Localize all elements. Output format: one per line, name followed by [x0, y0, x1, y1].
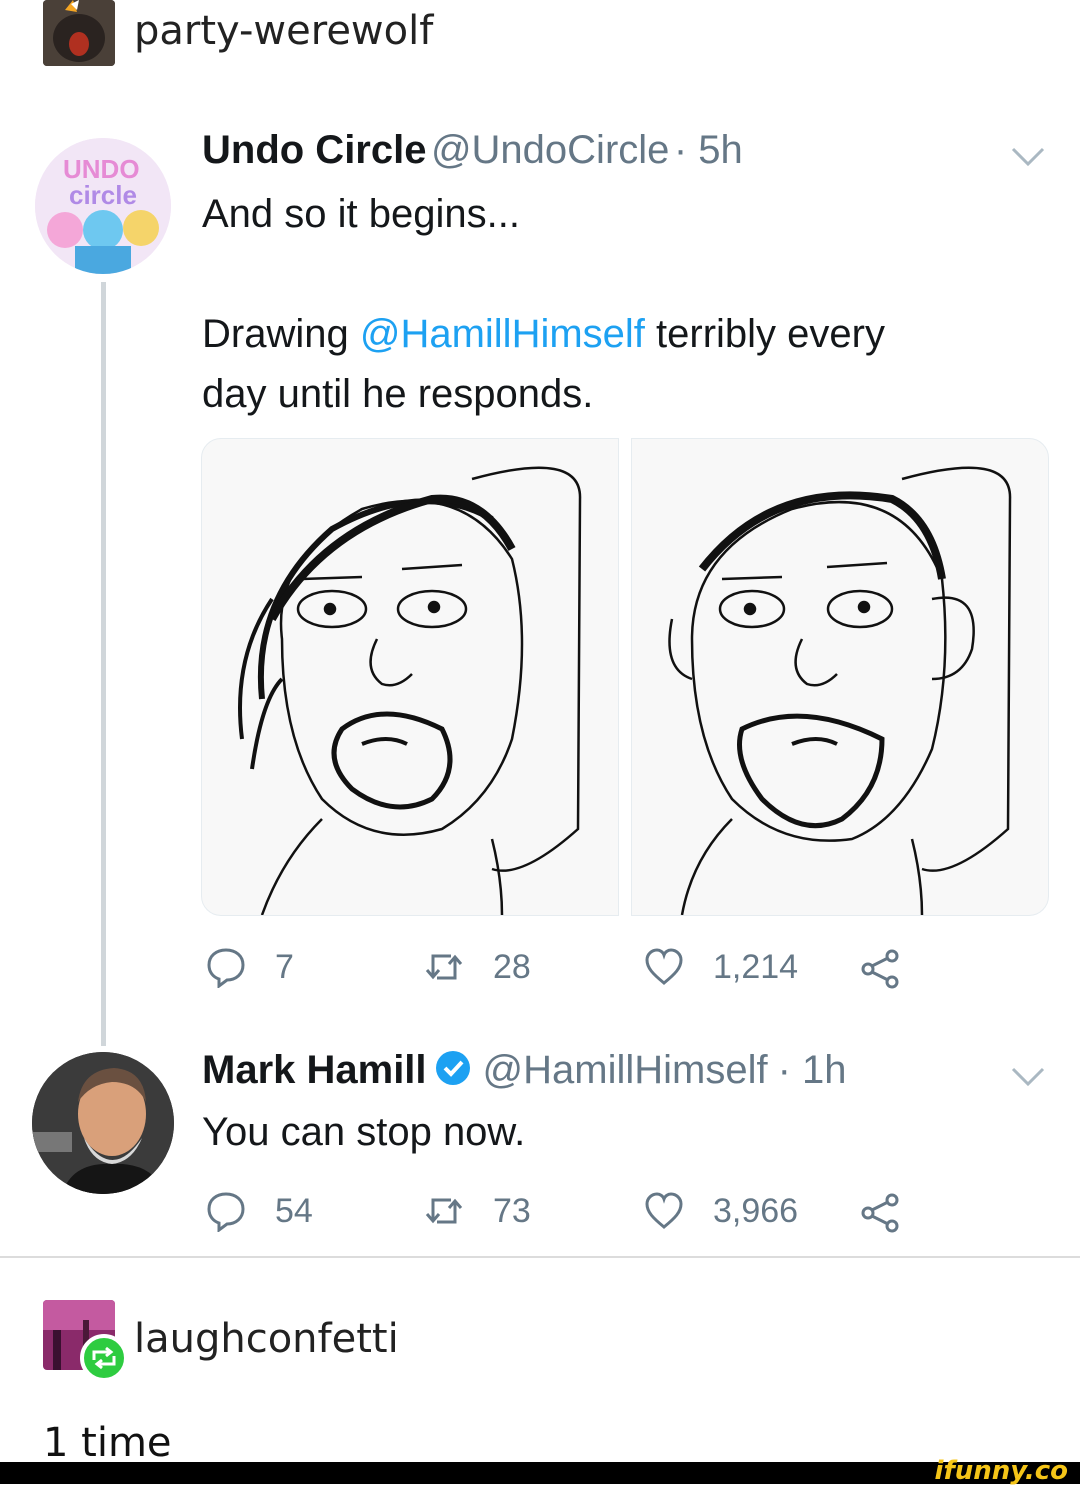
tweet1-image-left[interactable] — [201, 438, 619, 916]
tweet1-time: · 5h — [673, 128, 743, 172]
tweet1-text-post: terribly every — [644, 312, 885, 356]
post-divider — [0, 1256, 1080, 1258]
tweet2-retweet-count: 73 — [493, 1191, 531, 1230]
tweet1-chevron-down-icon[interactable] — [1010, 146, 1046, 173]
tweet2-share-icon[interactable] — [860, 1192, 902, 1239]
tweet1-handle[interactable]: @UndoCircle — [431, 128, 669, 172]
blog-name[interactable]: party-werewolf — [134, 8, 433, 54]
tweet1-retweet-button[interactable]: 28 — [423, 946, 531, 988]
tweet2-reply-count: 54 — [275, 1191, 313, 1230]
tweet2-handle[interactable]: @HamillHimself — [483, 1048, 768, 1093]
reblog-count: 1 time — [43, 1420, 172, 1466]
tweet1-mention-link[interactable]: @HamillHimself — [360, 312, 645, 356]
tweet2-reply-button[interactable]: 54 — [205, 1190, 313, 1232]
tweet2-chevron-down-icon[interactable] — [1010, 1066, 1046, 1093]
tweet1-text-line2: Drawing @HamillHimself terribly every — [202, 304, 885, 364]
reply-icon — [207, 948, 245, 988]
tweet1-reply-count: 7 — [275, 947, 294, 986]
verified-badge-icon — [435, 1050, 471, 1091]
tweet2-retweet-button[interactable]: 73 — [423, 1190, 531, 1232]
watermark-bar — [0, 1462, 1080, 1484]
tweet1-text-line1: And so it begins... — [202, 192, 520, 236]
tweet2-time: · 1h — [777, 1048, 847, 1092]
tweet1-like-button[interactable]: 1,214 — [643, 946, 798, 988]
heart-icon — [645, 948, 683, 985]
heart-icon — [645, 1192, 683, 1229]
tweet1-text-line3: day until he responds. — [202, 372, 594, 416]
reblog-icon — [80, 1334, 128, 1382]
tweet1-share-icon[interactable] — [860, 948, 902, 995]
tweet1-image-right[interactable] — [631, 438, 1049, 916]
blog-avatar[interactable] — [43, 0, 115, 66]
tweet2-like-button[interactable]: 3,966 — [643, 1190, 798, 1232]
tweet2-author-name[interactable]: Mark Hamill — [202, 1048, 427, 1093]
tweet2-text: You can stop now. — [202, 1110, 526, 1154]
reply-icon — [207, 1192, 245, 1232]
thread-line — [101, 282, 106, 1046]
undo-circle-avatar[interactable]: UNDO circle — [35, 138, 171, 274]
tweet1-text-pre: Drawing — [202, 312, 360, 356]
tweet1-like-count: 1,214 — [713, 947, 799, 986]
tweet2-header: Mark Hamill @HamillHimself · 1h — [202, 1048, 847, 1093]
tweet2-like-count: 3,966 — [713, 1191, 799, 1230]
watermark: ifunny.co — [934, 1456, 1068, 1486]
retweet-icon — [425, 1198, 463, 1224]
tweet1-reply-button[interactable]: 7 — [205, 946, 294, 988]
tweet1-author-name[interactable]: Undo Circle — [202, 128, 426, 172]
svg-text:circle: circle — [69, 180, 137, 210]
tweet1-header: Undo Circle @UndoCircle · 5h — [202, 128, 743, 173]
retweet-icon — [425, 954, 463, 980]
reblog-blog-name[interactable]: laughconfetti — [134, 1316, 399, 1362]
tweet1-retweet-count: 28 — [493, 947, 531, 986]
mark-hamill-avatar[interactable] — [32, 1052, 174, 1194]
